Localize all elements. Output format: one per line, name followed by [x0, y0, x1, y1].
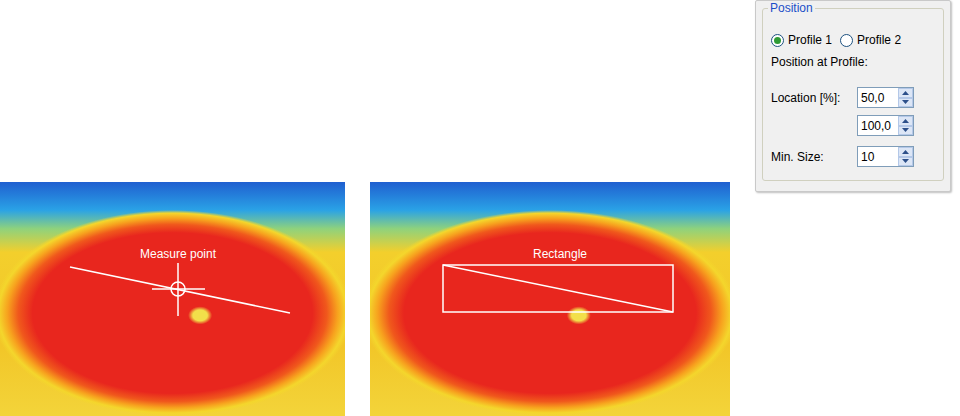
number-input[interactable] — [858, 88, 898, 107]
field-label: Location [%]: — [771, 89, 857, 107]
profile-radio[interactable]: Profile 1 — [771, 31, 832, 49]
spin-box — [857, 87, 914, 108]
spin-buttons — [898, 116, 913, 135]
thermal-image: Measure point — [0, 182, 345, 416]
spin-up-button[interactable] — [898, 116, 913, 126]
overlay-label: Measure point — [140, 247, 216, 261]
number-input[interactable] — [858, 116, 898, 135]
radio-label[interactable]: Profile 1 — [788, 31, 832, 49]
point-overlay-icon[interactable] — [0, 182, 345, 416]
spin-down-button[interactable] — [898, 98, 913, 108]
radio-button[interactable] — [840, 34, 853, 47]
radio-dot — [774, 37, 781, 44]
spin-box — [857, 115, 914, 136]
thermal-image: Rectangle — [370, 182, 730, 416]
caption: Position at Profile: — [771, 53, 935, 71]
field-row — [771, 115, 935, 136]
field-label: Min. Size: — [771, 148, 857, 166]
position-panel: Position Profile 1 Profile 2 Position at Pr… — [755, 0, 951, 192]
spin-up-button[interactable] — [898, 88, 913, 98]
arrow-down-icon — [902, 100, 909, 104]
spin-up-button[interactable] — [898, 147, 913, 157]
field-row: Min. Size: — [771, 146, 935, 167]
spin-box — [857, 146, 914, 167]
radio-label[interactable]: Profile 2 — [857, 31, 901, 49]
field-row: Location [%]: — [771, 87, 935, 108]
arrow-up-icon — [902, 119, 909, 123]
position-group: PositionProfile 1Profile 2Position at Pr… — [762, 8, 944, 181]
arrow-down-icon — [902, 159, 909, 163]
spin-buttons — [898, 88, 913, 107]
radio-button[interactable] — [771, 34, 784, 47]
spin-buttons — [898, 147, 913, 166]
group-title: Position — [768, 1, 815, 15]
image-area: Measure point Rectangle — [0, 0, 745, 416]
spin-down-button[interactable] — [898, 157, 913, 167]
profile-radios: Profile 1 Profile 2 — [771, 31, 935, 49]
arrow-up-icon — [902, 91, 909, 95]
arrow-up-icon — [902, 150, 909, 154]
number-input[interactable] — [858, 147, 898, 166]
spin-down-button[interactable] — [898, 126, 913, 136]
overlay-label: Rectangle — [533, 247, 587, 261]
arrow-down-icon — [902, 128, 909, 132]
rectangle-overlay-icon[interactable] — [370, 182, 730, 416]
profile-radio[interactable]: Profile 2 — [840, 31, 901, 49]
